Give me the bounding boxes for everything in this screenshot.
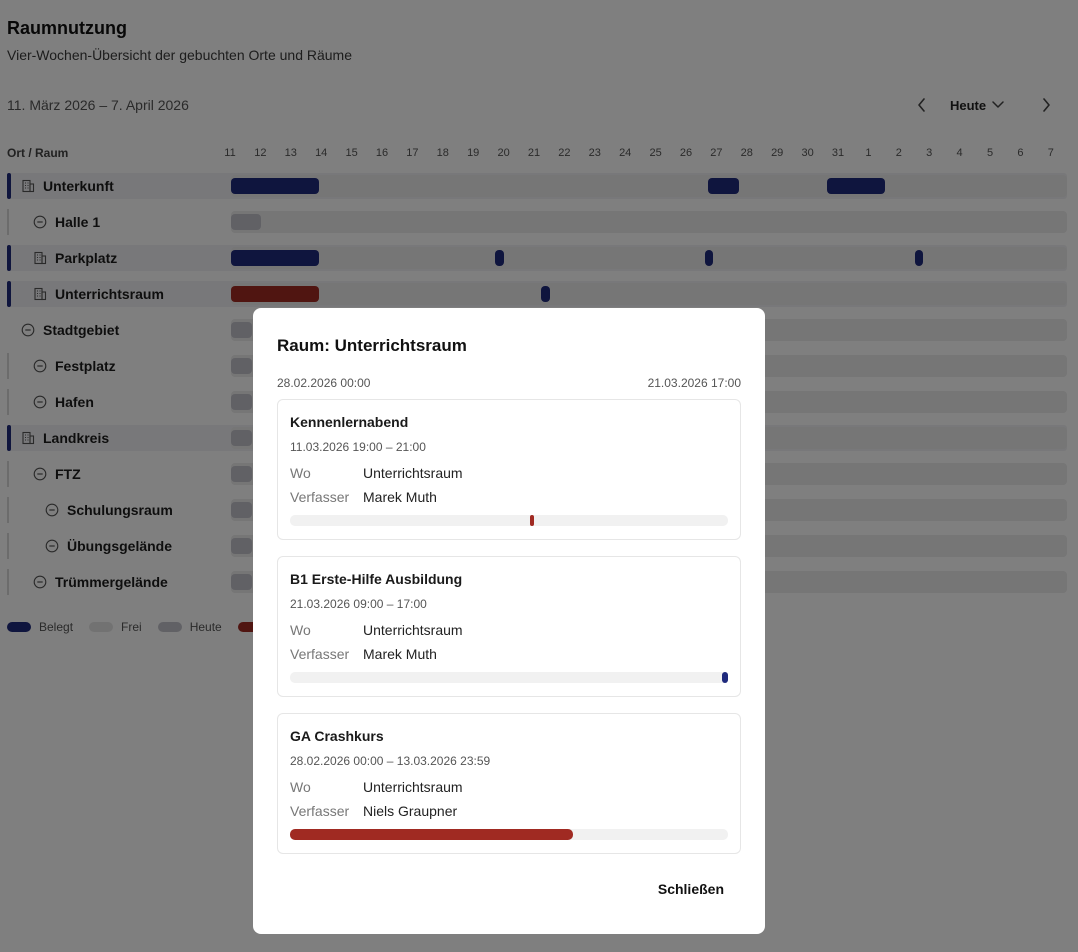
span-start: 28.02.2026 00:00 [277, 376, 371, 390]
where-value: Unterrichtsraum [363, 465, 463, 481]
event-title: Kennenlernabend [290, 414, 409, 430]
event-title: B1 Erste-Hilfe Ausbildung [290, 571, 463, 587]
event-time: 28.02.2026 00:00 – 13.03.2026 23:59 [290, 754, 491, 768]
event-timeline [290, 829, 728, 840]
event-timeline [290, 515, 728, 526]
event-card[interactable]: Kennenlernabend 11.03.2026 19:00 – 21:00… [277, 399, 741, 540]
author-label: Verfasser [290, 646, 350, 662]
author-label: Verfasser [290, 489, 350, 505]
room-detail-dialog: Raum: Unterrichtsraum 28.02.2026 00:00 2… [253, 308, 765, 934]
event-span-bar [290, 829, 573, 840]
event-span-bar [529, 515, 534, 526]
where-value: Unterrichtsraum [363, 779, 463, 795]
event-time: 21.03.2026 09:00 – 17:00 [290, 597, 427, 611]
author-value: Niels Graupner [363, 803, 458, 819]
span-end: 21.03.2026 17:00 [647, 376, 741, 390]
event-timeline [290, 672, 728, 683]
author-value: Marek Muth [363, 489, 437, 505]
author-label: Verfasser [290, 803, 350, 819]
close-button[interactable]: Schließen [658, 881, 724, 897]
event-span-bar [721, 672, 728, 683]
where-label: Wo [290, 465, 311, 481]
where-label: Wo [290, 779, 311, 795]
dialog-title: Raum: Unterrichtsraum [277, 336, 467, 355]
event-card[interactable]: GA Crashkurs 28.02.2026 00:00 – 13.03.20… [277, 713, 741, 854]
where-label: Wo [290, 622, 311, 638]
event-card[interactable]: B1 Erste-Hilfe Ausbildung 21.03.2026 09:… [277, 556, 741, 697]
event-time: 11.03.2026 19:00 – 21:00 [290, 440, 426, 454]
where-value: Unterrichtsraum [363, 622, 463, 638]
event-title: GA Crashkurs [290, 728, 384, 744]
author-value: Marek Muth [363, 646, 437, 662]
